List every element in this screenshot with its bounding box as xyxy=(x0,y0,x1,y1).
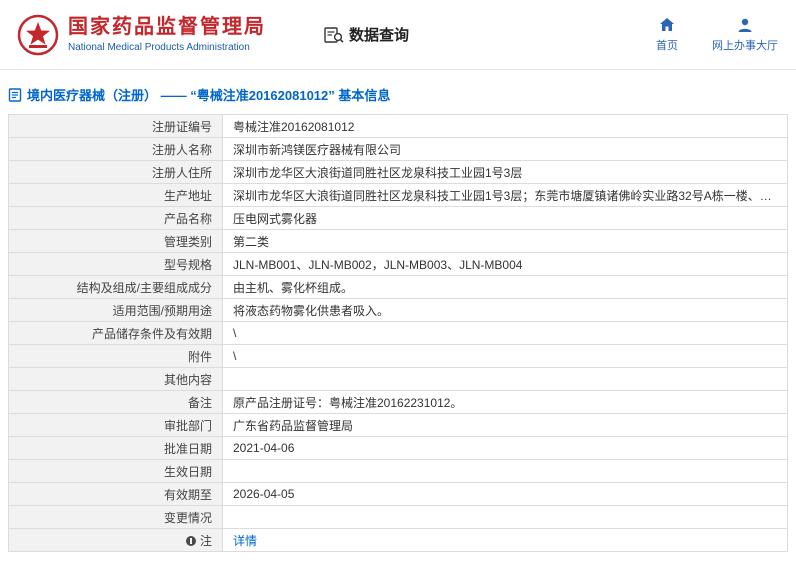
row-value: JLN-MB001、JLN-MB002，JLN-MB003、JLN-MB004 xyxy=(223,253,788,276)
nav-home-label: 首页 xyxy=(656,37,678,53)
home-icon xyxy=(659,17,675,33)
page-title: 境内医疗器械（注册） —— “粤械注准20162081012” 基本信息 xyxy=(27,85,390,104)
row-label: 管理类别 xyxy=(9,230,223,253)
org-name-cn: 国家药品监督管理局 xyxy=(68,16,266,39)
row-label: 生产地址 xyxy=(9,184,223,207)
nav-home[interactable]: 首页 xyxy=(656,17,678,53)
row-label: 注册人住所 xyxy=(9,161,223,184)
row-label: 产品储存条件及有效期 xyxy=(9,322,223,345)
row-label: 审批部门 xyxy=(9,414,223,437)
table-row: 结构及组成/主要组成成分由主机、雾化杯组成。 xyxy=(9,276,788,299)
header: 国家药品监督管理局 National Medical Products Admi… xyxy=(0,0,796,70)
row-value xyxy=(223,506,788,529)
table-row: 注册人名称深圳市新鸿镁医疗器械有限公司 xyxy=(9,138,788,161)
row-label: 结构及组成/主要组成成分 xyxy=(9,276,223,299)
row-value: 深圳市新鸿镁医疗器械有限公司 xyxy=(223,138,788,161)
row-label: 适用范围/预期用途 xyxy=(9,299,223,322)
table-row: 审批部门广东省药品监督管理局 xyxy=(9,414,788,437)
row-label: 生效日期 xyxy=(9,460,223,483)
row-label: 其他内容 xyxy=(9,368,223,391)
row-value: 压电网式雾化器 xyxy=(223,207,788,230)
row-value: 第二类 xyxy=(223,230,788,253)
table-row: 批准日期2021-04-06 xyxy=(9,437,788,460)
row-value: 2026-04-05 xyxy=(223,483,788,506)
row-value: 将液态药物雾化供患者吸入。 xyxy=(223,299,788,322)
table-row: 产品名称压电网式雾化器 xyxy=(9,207,788,230)
row-value: 原产品注册证号：粤械注准20162231012。 xyxy=(223,391,788,414)
row-value: 详情 xyxy=(223,529,788,552)
row-label: 批准日期 xyxy=(9,437,223,460)
row-label: 附件 xyxy=(9,345,223,368)
row-value: 深圳市龙华区大浪街道同胜社区龙泉科技工业园1号3层 xyxy=(223,161,788,184)
table-row: 生产地址深圳市龙华区大浪街道同胜社区龙泉科技工业园1号3层；东莞市塘厦镇诸佛岭实… xyxy=(9,184,788,207)
row-label: 备注 xyxy=(9,391,223,414)
org-names: 国家药品监督管理局 National Medical Products Admi… xyxy=(68,16,266,54)
table-row: 变更情况 xyxy=(9,506,788,529)
row-value xyxy=(223,460,788,483)
info-table-body: 注册证编号粤械注准20162081012注册人名称深圳市新鸿镁医疗器械有限公司注… xyxy=(9,115,788,552)
row-label: 型号规格 xyxy=(9,253,223,276)
row-label: 注册证编号 xyxy=(9,115,223,138)
row-label: 变更情况 xyxy=(9,506,223,529)
table-row: 备注原产品注册证号：粤械注准20162231012。 xyxy=(9,391,788,414)
row-value: 粤械注准20162081012 xyxy=(223,115,788,138)
row-label: 注册人名称 xyxy=(9,138,223,161)
table-row: 注详情 xyxy=(9,529,788,552)
table-row: 生效日期 xyxy=(9,460,788,483)
org-name-en: National Medical Products Administration xyxy=(68,42,266,54)
data-query-label: 数据查询 xyxy=(349,24,409,45)
data-query-title: 数据查询 xyxy=(324,24,409,45)
national-emblem-icon xyxy=(16,13,60,57)
table-row: 注册证编号粤械注准20162081012 xyxy=(9,115,788,138)
table-row: 适用范围/预期用途将液态药物雾化供患者吸入。 xyxy=(9,299,788,322)
row-label: 产品名称 xyxy=(9,207,223,230)
table-row: 附件\ xyxy=(9,345,788,368)
table-wrap: 注册证编号粤械注准20162081012注册人名称深圳市新鸿镁医疗器械有限公司注… xyxy=(0,112,796,552)
table-row: 产品储存条件及有效期\ xyxy=(9,322,788,345)
row-value: \ xyxy=(223,345,788,368)
info-table: 注册证编号粤械注准20162081012注册人名称深圳市新鸿镁医疗器械有限公司注… xyxy=(8,114,788,552)
row-value: 广东省药品监督管理局 xyxy=(223,414,788,437)
document-icon xyxy=(8,88,22,102)
breadcrumb: 境内医疗器械（注册） —— “粤械注准20162081012” 基本信息 xyxy=(0,70,796,112)
table-row: 注册人住所深圳市龙华区大浪街道同胜社区龙泉科技工业园1号3层 xyxy=(9,161,788,184)
person-icon xyxy=(737,17,753,33)
nav-online-hall[interactable]: 网上办事大厅 xyxy=(712,17,778,53)
row-label: 有效期至 xyxy=(9,483,223,506)
table-row: 型号规格JLN-MB001、JLN-MB002，JLN-MB003、JLN-MB… xyxy=(9,253,788,276)
row-value: \ xyxy=(223,322,788,345)
row-value: 深圳市龙华区大浪街道同胜社区龙泉科技工业园1号3层；东莞市塘厦镇诸佛岭实业路32… xyxy=(223,184,788,207)
note-icon xyxy=(186,536,196,546)
table-row: 有效期至2026-04-05 xyxy=(9,483,788,506)
row-value: 由主机、雾化杯组成。 xyxy=(223,276,788,299)
nav-hall-label: 网上办事大厅 xyxy=(712,37,778,53)
data-query-icon xyxy=(324,26,344,44)
row-value: 2021-04-06 xyxy=(223,437,788,460)
row-label: 注 xyxy=(9,529,223,552)
row-value xyxy=(223,368,788,391)
detail-link[interactable]: 详情 xyxy=(233,534,257,548)
table-row: 管理类别第二类 xyxy=(9,230,788,253)
table-row: 其他内容 xyxy=(9,368,788,391)
nmpa-logo: 国家药品监督管理局 National Medical Products Admi… xyxy=(16,13,266,57)
